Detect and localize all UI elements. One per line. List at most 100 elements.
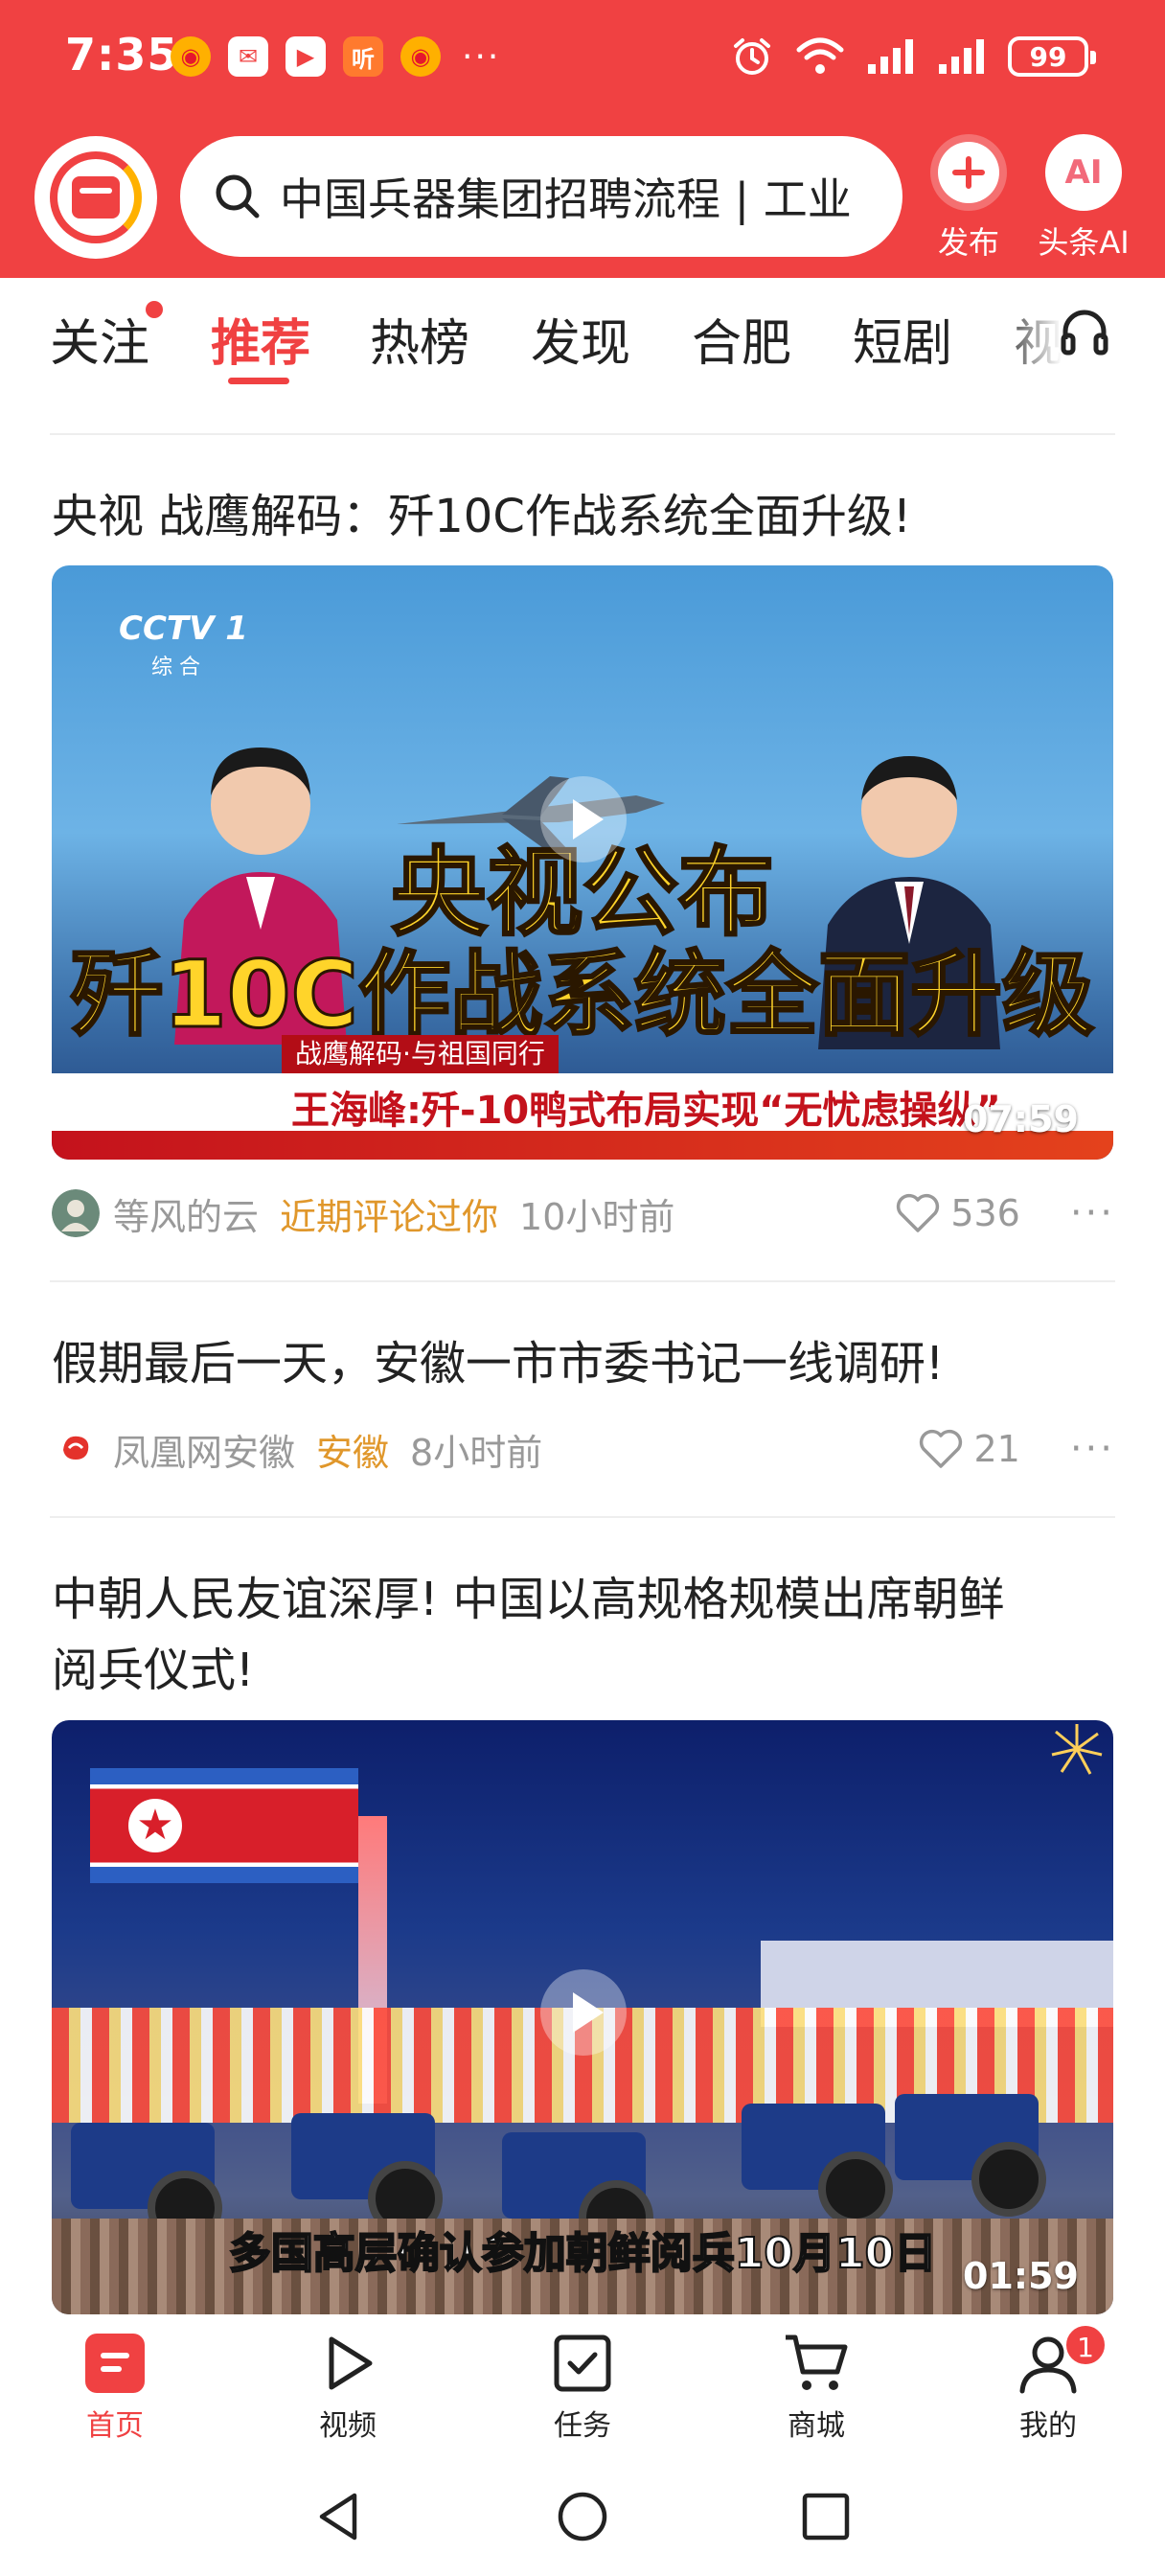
firework-image (1051, 1724, 1103, 1775)
tractor-image (895, 2094, 1046, 2217)
ai-button[interactable]: AI 头条AI (1031, 134, 1136, 263)
tab-hefei[interactable]: 合肥 (692, 303, 791, 375)
video-duration: 07:59 (963, 1098, 1079, 1140)
plus-icon (930, 134, 1007, 211)
nav-mall[interactable]: 商城 (749, 2329, 883, 2444)
ai-icon-text: AI (1064, 153, 1103, 192)
home-icon (85, 2334, 145, 2393)
article-meta: 等风的云 近期评论过你 10小时前 536 ··· (52, 1184, 1115, 1242)
more-options-icon[interactable]: ··· (1070, 1191, 1115, 1235)
logo-mark (72, 176, 120, 218)
nav-tasks[interactable]: 任务 (515, 2329, 650, 2444)
ai-label: 头条AI (1038, 224, 1130, 261)
more-notifications-icon: ··· (462, 36, 501, 77)
like-button[interactable]: 536 (895, 1192, 1020, 1234)
home-circle-icon[interactable] (556, 2490, 609, 2543)
signal-icon (939, 39, 984, 74)
video-thumbnail[interactable]: ★ 多国高层确认参加朝鲜阅兵10月10日 01:59 (52, 1720, 1113, 2314)
article-title-line: 中朝人民友谊深厚! 中国以高规格规模出席朝鲜 (52, 1573, 1005, 1626)
video-caption: 多国高层确认参加朝鲜阅兵10月10日 (228, 2228, 937, 2279)
article-title[interactable]: 央视 战鹰解码：歼10C作战系统全面升级! (52, 481, 1115, 552)
channel-tabs: 关注 推荐 热榜 发现 合肥 短剧 视 (0, 284, 1165, 389)
app-header: 7:35 ◉ ✉ ▶ 听 ◉ ··· 99 中国兵器集团招聘流程 | 工业 发布… (0, 0, 1165, 278)
nav-profile-label: 我的 (1019, 2409, 1077, 2443)
play-icon (540, 1969, 627, 2056)
system-icons: 99 (730, 34, 1096, 79)
ticker-tag: 战鹰解码·与祖国同行 (282, 1035, 559, 1073)
relation-tag: 近期评论过你 (280, 1195, 499, 1238)
listen-app-icon: 听 (343, 36, 383, 77)
ai-icon: AI (1045, 134, 1122, 211)
alarm-icon (734, 38, 770, 75)
bottom-navigation: 首页 视频 任务 商城 我的 1 (0, 2317, 1165, 2451)
article-title[interactable]: 中朝人民友谊深厚! 中国以高规格规模出席朝鲜 阅兵仪式! (52, 1564, 1115, 1706)
like-count: 536 (950, 1192, 1020, 1234)
author-name[interactable]: 凤凰网安徽 (113, 1423, 295, 1476)
tab-discover[interactable]: 发现 (531, 303, 630, 375)
cart-icon (786, 2334, 848, 2390)
flag-image: ★ (90, 1768, 358, 1883)
active-tab-indicator (228, 378, 289, 384)
like-count: 21 (973, 1428, 1020, 1470)
publish-label: 发布 (937, 224, 999, 261)
cctv-channel-sub: 综 合 (151, 656, 200, 679)
divider (50, 433, 1115, 435)
new-content-dot (146, 301, 163, 318)
system-navigation-bar (0, 2451, 1165, 2576)
play-icon (540, 776, 627, 862)
video-thumbnail[interactable]: CCTV 1 综 合 央视公布 歼10C作战系统全面升级 战鹰解码·与祖国同行 … (52, 565, 1113, 1160)
search-bar[interactable]: 中国兵器集团招聘流程 | 工业 (180, 136, 902, 257)
tab-short-drama[interactable]: 短剧 (853, 303, 952, 375)
nav-video[interactable]: 视频 (281, 2329, 415, 2444)
tab-hot-list[interactable]: 热榜 (370, 303, 469, 375)
recents-icon[interactable] (799, 2490, 853, 2543)
nav-profile[interactable]: 我的 1 (981, 2323, 1115, 2444)
task-icon (554, 2334, 611, 2392)
battery-indicator: 99 (1008, 36, 1096, 77)
search-icon (216, 174, 260, 218)
weibo-icon: ◉ (400, 36, 441, 77)
app-logo[interactable] (34, 136, 157, 259)
headphones-icon[interactable] (1058, 305, 1111, 358)
article-title-line: 阅兵仪式! (52, 1644, 255, 1697)
signal-icon (868, 39, 913, 74)
article-meta: 凤凰网安徽 安徽 8小时前 21 ··· (52, 1420, 1115, 1478)
video-caption-subtitle: 歼10C作战系统全面升级 (69, 940, 1095, 1050)
tractor-image (502, 2132, 653, 2255)
nav-home-label: 首页 (86, 2409, 144, 2443)
publish-button[interactable]: 发布 (916, 134, 1021, 263)
search-hint-text: 中国兵器集团招聘流程 | 工业 (280, 173, 852, 225)
more-options-icon[interactable]: ··· (1070, 1427, 1115, 1471)
tractor-image (742, 2104, 893, 2226)
nav-tasks-label: 任务 (554, 2409, 611, 2443)
like-button[interactable]: 21 (918, 1428, 1020, 1470)
play-icon (329, 2336, 373, 2390)
publish-time: 8小时前 (410, 1431, 543, 1474)
author-name[interactable]: 等风的云 (113, 1187, 259, 1240)
wifi-icon (796, 37, 844, 74)
logo-ring (50, 151, 142, 243)
status-bar: 7:35 ◉ ✉ ▶ 听 ◉ ··· 99 (0, 0, 1165, 115)
tab-recommend[interactable]: 推荐 (211, 303, 310, 375)
mail-icon: ✉ (228, 36, 268, 77)
article-title[interactable]: 假期最后一天，安徽一市市委书记一线调研! (52, 1328, 1115, 1399)
back-icon[interactable] (312, 2490, 366, 2543)
nav-home[interactable]: 首页 (48, 2329, 182, 2444)
notification-icons: ◉ ✉ ▶ 听 ◉ ··· (171, 36, 500, 77)
ticker-text: 王海峰:歼-10鸭式布局实现“无忧虑操纵” (291, 1089, 1001, 1133)
news-ticker: 战鹰解码·与祖国同行 王海峰:歼-10鸭式布局实现“无忧虑操纵” (52, 1035, 1113, 1160)
status-time: 7:35 (65, 29, 179, 80)
author-avatar[interactable] (52, 1189, 100, 1237)
divider (50, 1280, 1115, 1282)
video-app-icon: ▶ (286, 36, 326, 77)
tractor-image (71, 2123, 222, 2245)
author-avatar[interactable] (52, 1425, 100, 1473)
tab-follow[interactable]: 关注 (50, 303, 149, 375)
star-icon: ★ (128, 1799, 182, 1852)
video-duration: 01:59 (963, 2255, 1079, 2297)
divider (50, 1516, 1115, 1518)
location-tag: 安徽 (316, 1431, 390, 1474)
tractor-image (291, 2113, 443, 2236)
heart-icon (897, 1193, 940, 1232)
weibo-icon: ◉ (171, 36, 211, 77)
